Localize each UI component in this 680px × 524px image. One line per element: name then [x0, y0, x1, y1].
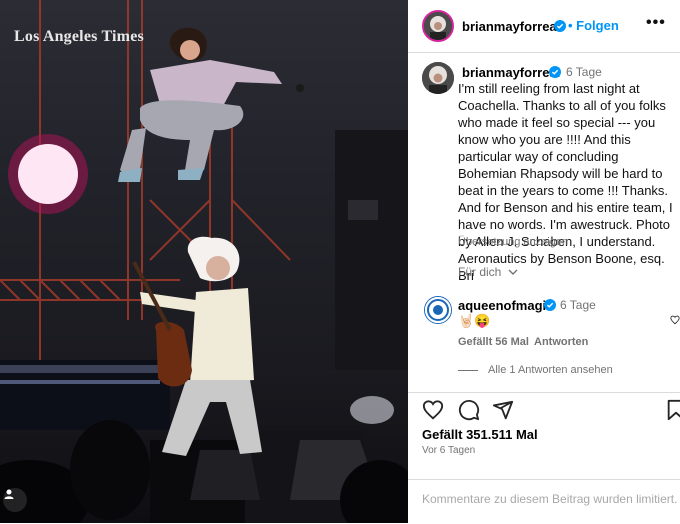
chevron-down-icon	[508, 269, 518, 275]
translate-link[interactable]: Übersetzung anzeigen	[458, 236, 568, 248]
comment-reply-button[interactable]: Antworten	[534, 336, 588, 348]
heart-icon[interactable]	[670, 315, 680, 325]
concert-scene	[0, 0, 408, 523]
verified-badge-icon	[544, 299, 556, 311]
post-likes-count[interactable]: Gefällt 351.511 Mal	[422, 427, 538, 442]
commenter-avatar-image	[425, 297, 451, 323]
post-photo[interactable]: Los Angeles Times	[0, 0, 408, 523]
caption-time: 6 Tage	[566, 65, 602, 79]
share-icon[interactable]	[492, 399, 514, 421]
commenter-username[interactable]: aqueenofmagic	[458, 298, 553, 313]
for-you-dropdown[interactable]: Für dich	[458, 265, 518, 279]
bookmark-icon[interactable]	[666, 399, 680, 421]
follow-label: Folgen	[576, 18, 619, 33]
verified-badge-icon	[554, 20, 566, 32]
comment-icon[interactable]	[458, 399, 480, 421]
post-time-ago: Vor 6 Tagen	[422, 445, 476, 456]
caption-author-avatar-image	[422, 62, 454, 94]
comment-text: 🤘🏻😝	[458, 313, 491, 328]
comment-likes[interactable]: Gefällt 56 Mal	[458, 336, 529, 348]
commenter-avatar[interactable]	[424, 296, 452, 324]
author-avatar[interactable]	[422, 10, 454, 42]
verified-badge-icon	[549, 66, 561, 78]
post-header: brianmayforreal • Folgen •••	[408, 0, 680, 53]
caption-author-username[interactable]: brianmayforreal	[462, 65, 560, 80]
author-avatar-image	[424, 12, 452, 40]
replies-divider	[458, 370, 478, 371]
comment-box	[408, 479, 680, 524]
author-username[interactable]: brianmayforreal	[462, 19, 560, 34]
photo-watermark: Los Angeles Times	[14, 28, 144, 45]
for-you-label: Für dich	[458, 265, 502, 279]
comment-input[interactable]	[422, 492, 680, 506]
post-sidebar: brianmayforreal • Folgen ••• brianmayfor…	[408, 0, 680, 523]
user-tag-icon	[4, 489, 14, 499]
post-caption: I'm still reeling from last night at Coa…	[458, 81, 673, 283]
action-bar	[408, 392, 680, 421]
tagged-users-button[interactable]	[3, 488, 27, 512]
comment-time: 6 Tage	[560, 298, 596, 312]
view-replies-button[interactable]: Alle 1 Antworten ansehen	[488, 364, 613, 376]
caption-author-avatar[interactable]	[422, 62, 454, 94]
follow-button[interactable]: • Folgen	[568, 18, 619, 33]
heart-icon[interactable]	[422, 399, 444, 421]
stage-light	[18, 144, 78, 204]
more-options-button[interactable]: •••	[646, 14, 666, 32]
